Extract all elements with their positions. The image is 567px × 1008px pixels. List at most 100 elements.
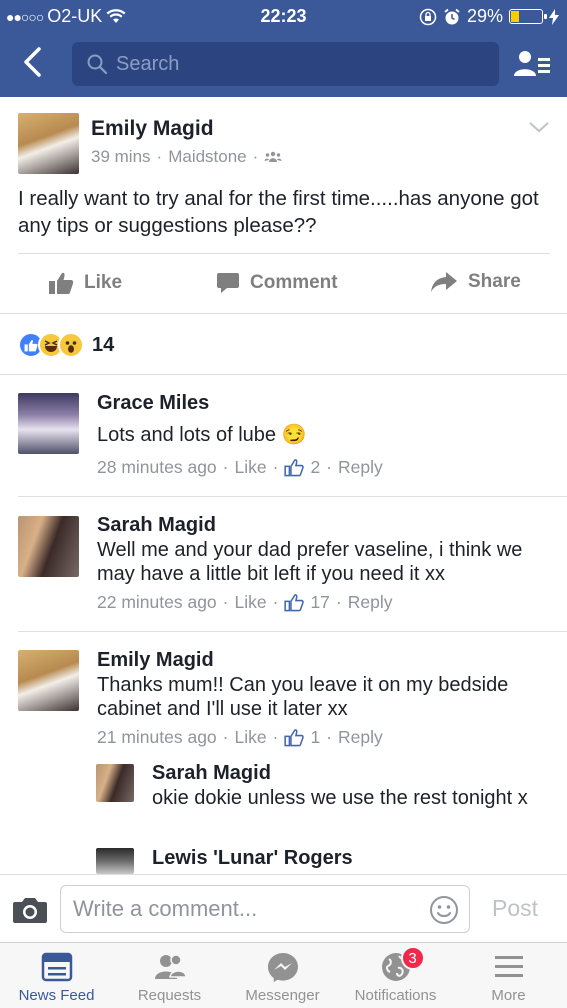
- post-author[interactable]: Emily Magid: [91, 117, 214, 141]
- messenger-icon: [267, 953, 298, 982]
- reaction-count: 14: [92, 333, 115, 356]
- alarm-icon: [444, 8, 460, 24]
- comment-like-link[interactable]: Like: [235, 727, 267, 748]
- comment-like-count[interactable]: 2: [284, 457, 320, 478]
- like-button[interactable]: Like: [48, 271, 122, 295]
- share-label: Share: [468, 271, 521, 292]
- avatar[interactable]: [96, 848, 134, 874]
- avatar[interactable]: [18, 393, 79, 454]
- meta-separator: ·: [272, 592, 279, 612]
- friend-requests-icon: [154, 954, 187, 979]
- post-text: I really want to try anal for the first …: [18, 187, 539, 237]
- comment-icon: [217, 273, 239, 293]
- meta-separator: ·: [222, 592, 229, 612]
- search-input[interactable]: [116, 52, 476, 76]
- comment-like-link[interactable]: Like: [235, 457, 267, 478]
- comment-text: Thanks mum!! Can you leave it on my beds…: [97, 674, 509, 720]
- tab-label: More: [491, 987, 526, 1004]
- comment-time[interactable]: 22 minutes ago: [97, 592, 217, 613]
- comment-label: Comment: [250, 272, 338, 293]
- reply-link[interactable]: Reply: [338, 727, 383, 748]
- comment-input[interactable]: [73, 896, 413, 922]
- divider: [18, 253, 550, 254]
- thumbs-up-icon: [49, 272, 74, 294]
- post-location[interactable]: Maidstone: [168, 147, 246, 167]
- meta-separator: ·: [326, 727, 332, 747]
- tab-notifications[interactable]: 3 Notifications: [339, 943, 452, 1008]
- search-bar[interactable]: [72, 42, 499, 86]
- meta-separator: ·: [326, 457, 332, 477]
- comment-like-count[interactable]: 17: [284, 592, 330, 613]
- comment-text: Lots and lots of lube 😏: [97, 424, 307, 446]
- reply-link[interactable]: Reply: [348, 592, 393, 613]
- divider: [0, 374, 567, 375]
- comment-meta: 22 minutes ago · Like · 17 · Reply: [97, 592, 392, 613]
- news-feed-icon: [41, 952, 72, 982]
- reply-author[interactable]: Lewis 'Lunar' Rogers: [152, 847, 353, 870]
- charging-icon: [549, 8, 559, 25]
- friend-list-icon[interactable]: [512, 46, 552, 82]
- like-count: 17: [310, 592, 330, 612]
- avatar[interactable]: [18, 650, 79, 711]
- comment-composer: Post: [0, 874, 567, 942]
- avatar[interactable]: [18, 113, 79, 174]
- post-time[interactable]: 39 mins: [91, 147, 151, 167]
- tab-messenger[interactable]: Messenger: [226, 943, 339, 1008]
- thumbs-up-outline-icon: [284, 729, 305, 747]
- notification-badge: 3: [400, 946, 425, 970]
- divider: [18, 631, 567, 632]
- comment-like-link[interactable]: Like: [235, 592, 267, 613]
- reactions-summary[interactable]: 14: [18, 332, 114, 358]
- comment-author[interactable]: Grace Miles: [97, 392, 209, 415]
- post-meta: 39 mins · Maidstone ·: [91, 147, 282, 167]
- comment-author[interactable]: Emily Magid: [97, 649, 214, 672]
- tab-bar: News Feed Requests Messenger 3 Notificat…: [0, 942, 567, 1008]
- meta-separator: ·: [272, 727, 279, 747]
- tab-more[interactable]: More: [452, 943, 565, 1008]
- avatar[interactable]: [96, 764, 134, 802]
- share-button[interactable]: Share: [430, 271, 521, 293]
- tab-news-feed[interactable]: News Feed: [0, 943, 113, 1008]
- reply-link[interactable]: Reply: [338, 457, 383, 478]
- status-bar: ●●○○○ O2-UK 22:23 29%: [0, 0, 567, 32]
- meta-separator: ·: [272, 457, 279, 477]
- post-actions: Like Comment Share: [0, 257, 567, 313]
- tab-label: Notifications: [354, 987, 437, 1004]
- comment-button[interactable]: Comment: [216, 271, 338, 295]
- wow-reaction-icon: [58, 332, 84, 358]
- top-bar: ●●○○○ O2-UK 22:23 29%: [0, 0, 567, 97]
- battery-icon: [509, 9, 547, 24]
- tab-label: Messenger: [245, 987, 320, 1004]
- camera-icon[interactable]: [12, 895, 48, 925]
- like-label: Like: [84, 272, 123, 293]
- meta-separator: ·: [222, 457, 229, 477]
- divider: [0, 313, 567, 314]
- search-icon: [87, 54, 108, 75]
- like-count: 1: [310, 727, 321, 747]
- thumbs-up-outline-icon: [284, 459, 305, 477]
- group-privacy-icon: [264, 151, 282, 162]
- meta-separator: ·: [156, 147, 163, 166]
- post-comment-button[interactable]: Post: [492, 895, 538, 922]
- chevron-down-icon[interactable]: [527, 119, 551, 135]
- tab-requests[interactable]: Requests: [113, 943, 226, 1008]
- comment-time[interactable]: 21 minutes ago: [97, 727, 217, 748]
- share-icon: [431, 272, 457, 292]
- sticker-icon[interactable]: [429, 895, 459, 925]
- comment-time[interactable]: 28 minutes ago: [97, 457, 217, 478]
- avatar[interactable]: [18, 516, 79, 577]
- comment-author[interactable]: Sarah Magid: [97, 514, 216, 537]
- meta-separator: ·: [335, 592, 342, 612]
- thumbs-up-outline-icon: [284, 594, 305, 612]
- back-icon[interactable]: [18, 44, 48, 80]
- meta-separator: ·: [222, 727, 229, 747]
- comment-like-count[interactable]: 1: [284, 727, 320, 748]
- comment-meta: 28 minutes ago · Like · 2 · Reply: [97, 457, 383, 478]
- reply-text: okie dokie unless we use the rest tonigh…: [152, 787, 528, 809]
- comment-meta: 21 minutes ago · Like · 1 · Reply: [97, 727, 383, 748]
- comment-field[interactable]: [60, 885, 470, 933]
- tab-label: Requests: [137, 987, 202, 1004]
- meta-separator: ·: [252, 147, 259, 166]
- reply-author[interactable]: Sarah Magid: [152, 762, 271, 785]
- rotation-lock-icon: [419, 8, 437, 25]
